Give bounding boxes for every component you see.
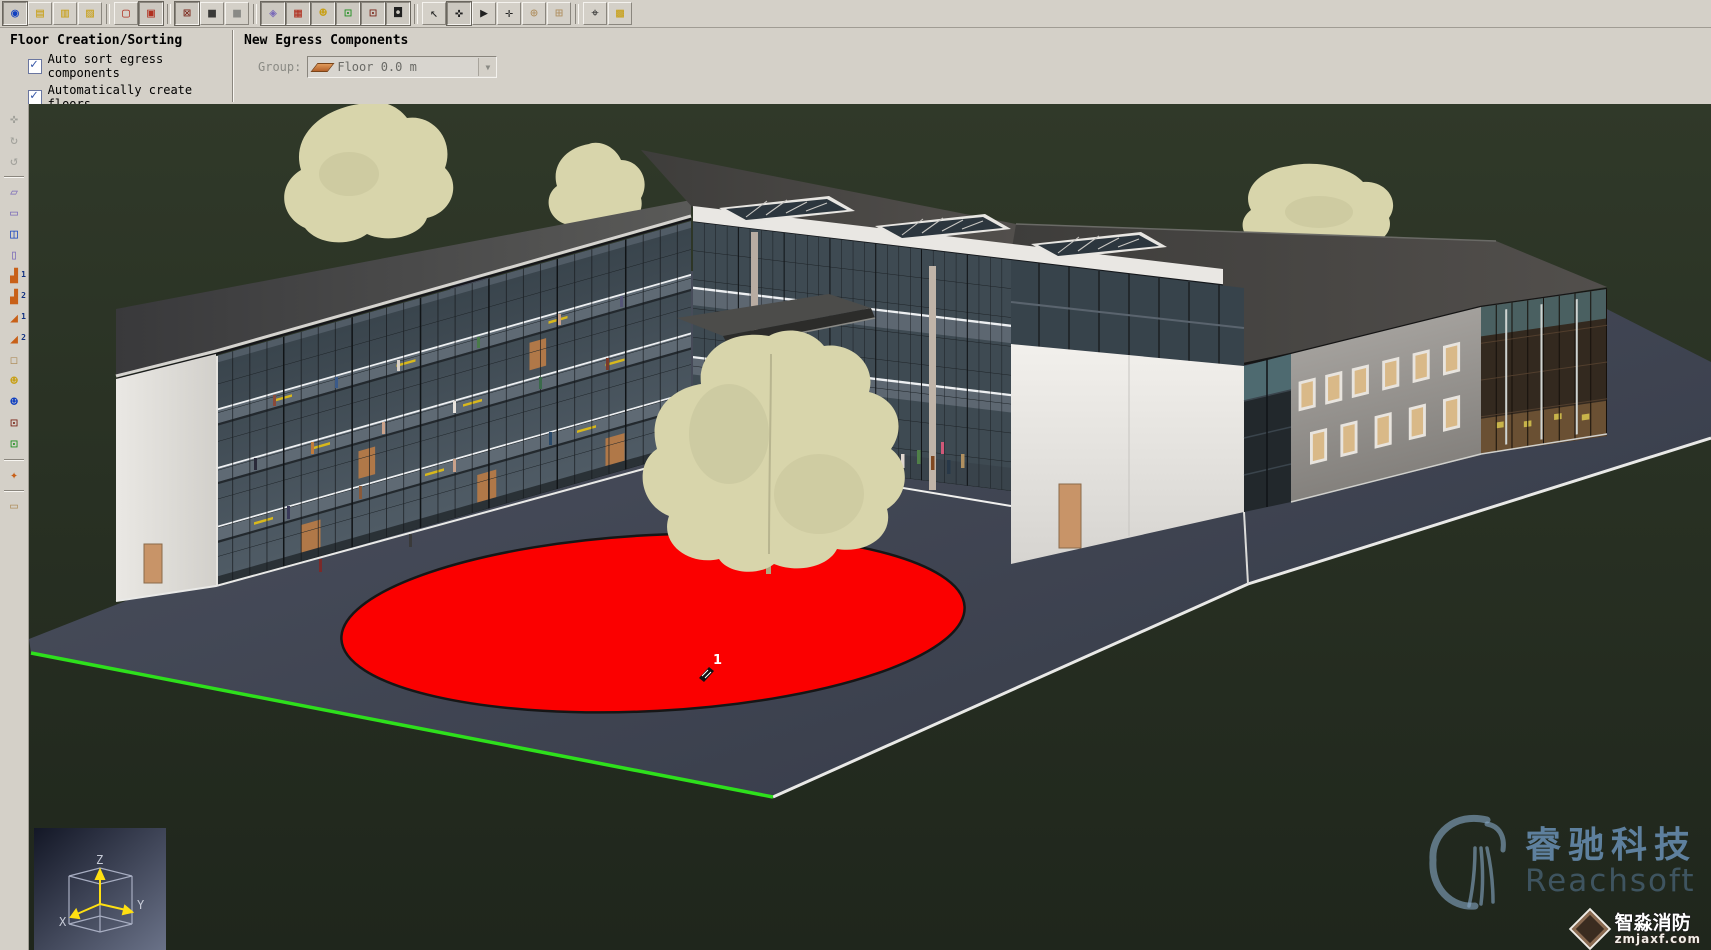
run-simulation-icon[interactable]: ▶ [472, 2, 496, 25]
floor-creation-group: Floor Creation/Sorting Auto sort egress … [0, 28, 232, 104]
drawing-tools-sidebar: ✜ ↻ ↺ ▱ ▭ ◫ ▯ ▟1 ▟2 ◢1 ◢2 ◻ ☻ ☻ ⊡ ⊡ ✦ ▭ [0, 104, 29, 950]
new-egress-title: New Egress Components [244, 33, 497, 48]
rotate-object-icon[interactable]: ↻ [2, 131, 26, 150]
orbit-object-icon[interactable]: ↺ [2, 152, 26, 171]
wireframe-icon[interactable]: ▢ [114, 2, 138, 25]
new-egress-group: New Egress Components Group: Floor 0.0 m… [234, 28, 507, 104]
ramp-one-point-icon[interactable]: ◢1 [2, 309, 26, 328]
occupant-group-icon[interactable]: ☻ [2, 393, 26, 412]
auto-sort-checkbox[interactable] [28, 59, 42, 74]
gizmo-z-label: Z [96, 853, 103, 867]
group-dropdown[interactable]: Floor 0.0 m ▼ [307, 56, 497, 78]
sidebar-divider [4, 490, 24, 492]
show-doors-icon[interactable]: ⊡ [336, 2, 360, 25]
chevron-down-icon[interactable]: ▼ [478, 58, 496, 76]
gizmo-y-label: Y [137, 898, 145, 912]
center-view-icon[interactable]: ⌖ [583, 2, 607, 25]
3d-viewport[interactable]: 1 Z [29, 104, 1711, 950]
toolbar-divider [575, 4, 579, 24]
toolbar-divider [414, 4, 418, 24]
scene-canvas: 1 Z [29, 104, 1711, 950]
properties-ribbon: Floor Creation/Sorting Auto sort egress … [0, 28, 1711, 105]
floor-icon [311, 63, 335, 72]
courtyard-door [1059, 484, 1081, 548]
room-polygon-icon[interactable]: ▱ [2, 183, 26, 202]
toolbar-divider [253, 4, 257, 24]
door-tool-icon[interactable]: ◻ [2, 351, 26, 370]
occupant-icon[interactable]: ☻ [2, 372, 26, 391]
view-front-icon[interactable]: ▥ [53, 2, 77, 25]
show-solid-icon[interactable]: ■ [200, 2, 224, 25]
stairs-two-point-icon[interactable]: ▟2 [2, 288, 26, 307]
zoom-box-tool-icon[interactable]: ⊞ [547, 2, 571, 25]
view-side-icon[interactable]: ▨ [78, 2, 102, 25]
auto-create-floors-checkbox[interactable] [28, 90, 42, 105]
pan-tool-icon[interactable]: ✛ [497, 2, 521, 25]
sidebar-divider [4, 176, 24, 178]
top-toolbar: ◉ ▤ ▥ ▨ ▢ ▣ ⊠ ■ ■ ◈ ▦ ☻ ⊡ ⊡ ◘ ↖ ✜ ▶ ✛ ⊕ … [0, 0, 1711, 28]
stairs-one-point-icon[interactable]: ▟1 [2, 267, 26, 286]
show-cameras-icon[interactable]: ◘ [386, 2, 410, 25]
orbit-tool-icon[interactable]: ✜ [447, 2, 471, 25]
marker-label: 1 [713, 653, 722, 668]
zoom-tool-icon[interactable]: ⊕ [522, 2, 546, 25]
move-object-icon[interactable]: ✜ [2, 110, 26, 129]
view-top-icon[interactable]: ▤ [28, 2, 52, 25]
hide-geometry-icon[interactable]: ⊠ [175, 2, 199, 25]
ramp-two-point-icon[interactable]: ◢2 [2, 330, 26, 349]
fit-view-icon[interactable]: ▩ [608, 2, 632, 25]
show-occupants-icon[interactable]: ☻ [311, 2, 335, 25]
left-wing-end-wall [116, 354, 216, 601]
application-window: ◉ ▤ ▥ ▨ ▢ ▣ ⊠ ■ ■ ◈ ▦ ☻ ⊡ ⊡ ◘ ↖ ✜ ▶ ✛ ⊕ … [0, 0, 1711, 950]
axis-gizmo[interactable]: Z Y X [34, 828, 166, 950]
toolbar-divider [106, 4, 110, 24]
show-obstructions-icon[interactable]: ▦ [286, 2, 310, 25]
sidebar-divider [4, 459, 24, 461]
select-tool-icon[interactable]: ↖ [422, 2, 446, 25]
exit-door-icon[interactable]: ⊡ [2, 414, 26, 433]
show-exits-icon[interactable]: ⊡ [361, 2, 385, 25]
gizmo-x-label: X [59, 915, 67, 929]
obstruction-icon[interactable]: ▯ [2, 246, 26, 265]
end-wall-door [144, 544, 162, 583]
floor-creation-title: Floor Creation/Sorting [10, 33, 222, 48]
green-door-icon[interactable]: ⊡ [2, 435, 26, 454]
show-flat-icon[interactable]: ■ [225, 2, 249, 25]
show-glass-icon[interactable]: ◈ [261, 2, 285, 25]
thin-room-icon[interactable]: ◫ [2, 225, 26, 244]
measure-tool-icon[interactable]: ▭ [2, 497, 26, 516]
group-label: Group: [258, 60, 301, 74]
room-rectangle-icon[interactable]: ▭ [2, 204, 26, 223]
wireframe-solid-icon[interactable]: ▣ [139, 2, 163, 25]
movement-group-icon[interactable]: ✦ [2, 466, 26, 485]
auto-sort-label: Auto sort egress components [48, 52, 222, 80]
toolbar-divider [167, 4, 171, 24]
brown-glass-facade [1481, 289, 1607, 454]
group-dropdown-value: Floor 0.0 m [337, 60, 416, 74]
view-default-icon[interactable]: ◉ [3, 2, 27, 25]
